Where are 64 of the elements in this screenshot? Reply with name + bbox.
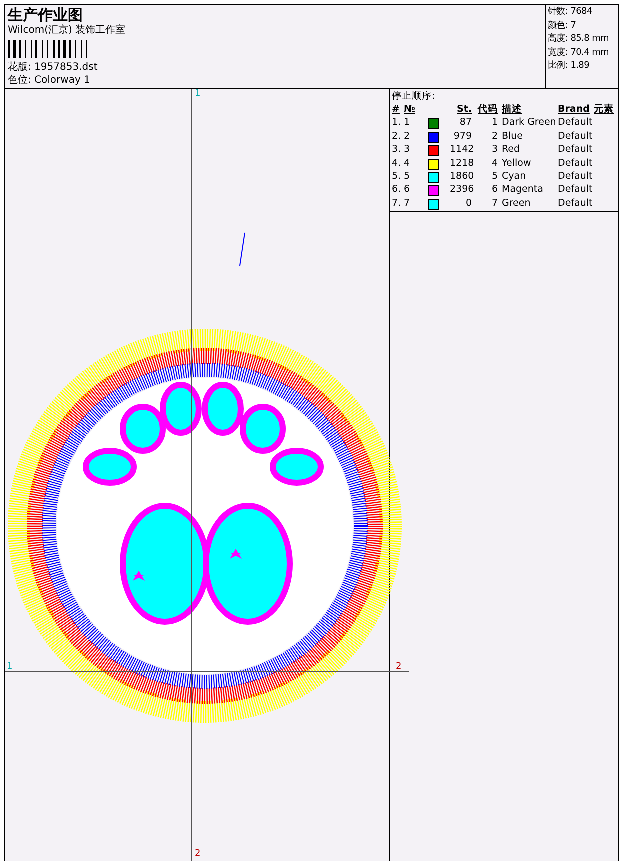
stitch-mark	[240, 232, 246, 266]
table-cell-text: 4	[404, 156, 412, 170]
table-cell: Default	[558, 196, 594, 210]
table-cell-text: 3	[490, 143, 499, 157]
table-cell-text: 6.	[392, 183, 402, 197]
table-cell-text: 1.	[392, 116, 402, 130]
table-cell-text: Dark Green	[502, 116, 558, 130]
table-cell-text: 3.	[392, 143, 402, 157]
table-cell-text: 87	[458, 116, 473, 130]
table-cell-text: 7	[490, 196, 499, 210]
table-cell-text: Red	[502, 143, 522, 157]
table-cell-text: 2.	[392, 130, 402, 144]
axis-marker: 2	[396, 662, 402, 672]
column-header: 元素	[594, 103, 615, 116]
table-cell-text: 4	[490, 156, 499, 170]
table-cell-text: 6	[490, 183, 499, 197]
table-cell-text: 6	[404, 183, 412, 197]
axis-marker: 1	[195, 89, 201, 99]
info-line: 高度: 85.8 mm	[548, 33, 610, 46]
info-line: 颜色: 7	[548, 20, 578, 32]
company-name: Wilcom(汇京) 装饰工作室	[8, 24, 127, 37]
table-cell: Default	[558, 156, 594, 170]
column-header: 代码	[476, 103, 499, 116]
table-cell-text: 0	[464, 196, 473, 210]
column-header: Brand	[558, 103, 591, 116]
info-line: 宽度: 70.4 mm	[548, 46, 610, 60]
table-cell-text: Green	[502, 196, 532, 210]
column-header: №	[404, 103, 416, 116]
table-cell-text: 1860	[450, 170, 476, 184]
table-cell-text: 2	[404, 130, 412, 144]
table-cell-text: 7.	[392, 196, 402, 210]
table-cell-text: 979	[452, 130, 473, 144]
colorway-label: 色位: Colorway 1	[8, 74, 92, 87]
table-cell-text: 1	[404, 116, 412, 130]
design-file: 花版: 1957853.dst	[8, 61, 99, 74]
axis-marker: 2	[195, 849, 201, 859]
table-cell-text: 2396	[450, 183, 476, 197]
info-line: 比例: 1.89	[548, 60, 591, 73]
stop-sequence-title: 停止顺序:	[392, 90, 436, 103]
table-cell-text: 1218	[450, 156, 476, 170]
table-cell-text: 1	[490, 116, 499, 130]
table-cell: Default	[558, 130, 594, 144]
sheet-title: 生产作业图	[8, 6, 84, 24]
table-cell-text: 4.	[392, 156, 402, 170]
table-cell-text: Blue	[502, 130, 524, 144]
table-cell: Default	[558, 116, 594, 130]
table-cell: Default	[558, 170, 594, 184]
table-cell-text: 3	[404, 143, 412, 157]
table-cell-text: 7	[404, 196, 412, 210]
table-cell-text: Magenta	[502, 183, 544, 197]
table-cell-text: 5	[490, 170, 499, 184]
column-header: #	[392, 103, 401, 116]
table-cell: Default	[558, 143, 594, 157]
table-cell-text: Cyan	[502, 170, 528, 184]
table-cell-text: 2	[490, 130, 499, 144]
column-header: 描述	[502, 103, 523, 116]
table-cell-text: 5.	[392, 170, 402, 184]
table-cell-text: 1142	[450, 143, 476, 157]
table-cell-text: 5	[404, 170, 412, 184]
info-line: 针数: 7684	[548, 6, 594, 19]
column-header: St.	[456, 103, 473, 116]
table-cell-text: Yellow	[502, 156, 532, 170]
axis-marker: 1	[7, 662, 13, 672]
table-cell: Default	[558, 183, 594, 197]
